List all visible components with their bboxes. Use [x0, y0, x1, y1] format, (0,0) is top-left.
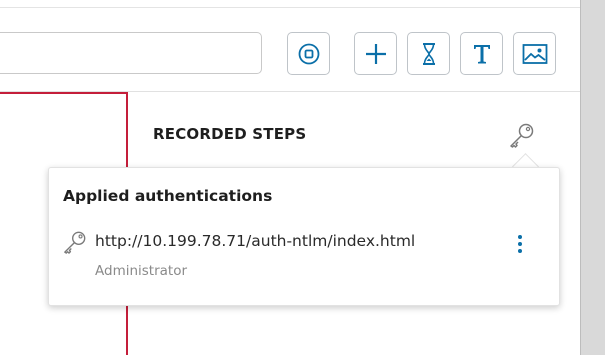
add-text-check-button[interactable]: [460, 32, 503, 75]
image-icon: [522, 43, 547, 64]
recorded-steps-title: RECORDED STEPS: [153, 125, 307, 143]
preview-frame-top: [0, 92, 128, 94]
add-wait-button[interactable]: [407, 32, 450, 75]
auth-url: http://10.199.78.71/auth-ntlm/index.html: [95, 232, 416, 250]
hourglass-icon: [422, 42, 435, 65]
add-image-check-button[interactable]: [513, 32, 556, 75]
plus-icon: [365, 43, 386, 64]
app-window: RECORDED STEPS Applied authentications h…: [0, 0, 580, 355]
top-divider: [0, 7, 580, 8]
text-icon: [473, 44, 490, 63]
auth-username: Administrator: [95, 263, 188, 279]
authentications-button[interactable]: [508, 122, 536, 153]
more-vertical-icon[interactable]: [509, 231, 531, 257]
key-icon: [510, 123, 534, 148]
key-icon: [62, 230, 88, 259]
applied-authentications-popover: Applied authentications http://10.199.78…: [48, 167, 560, 306]
stop-record-icon: [298, 43, 319, 64]
url-input[interactable]: [0, 32, 262, 74]
stop-recording-button[interactable]: [287, 32, 330, 75]
scrollbar[interactable]: [580, 0, 605, 355]
popover-title: Applied authentications: [63, 187, 273, 205]
add-step-button[interactable]: [354, 32, 397, 75]
